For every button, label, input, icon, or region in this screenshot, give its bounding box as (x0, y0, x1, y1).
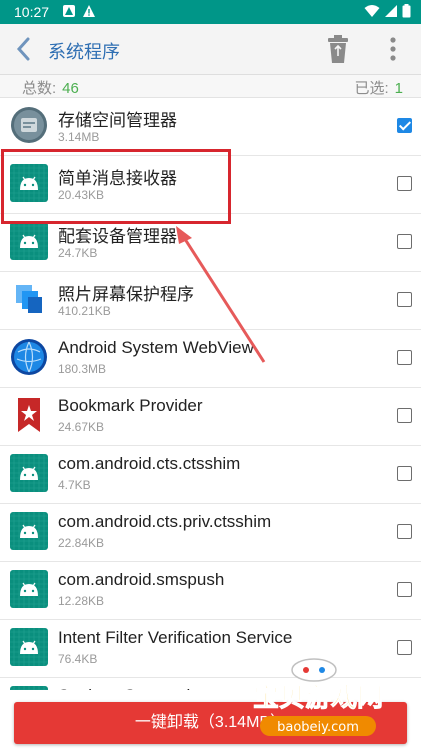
app-name: 简单消息接收器 (58, 169, 177, 188)
page-title: 系统程序 (48, 42, 120, 62)
storage-manager-icon (10, 106, 48, 144)
recycle-bin-icon[interactable] (326, 34, 350, 64)
total-label: 总数: (22, 80, 57, 97)
app-size: 24.67KB (58, 420, 105, 434)
app-list-item[interactable]: Android System WebView 180.3MB (0, 330, 421, 388)
android-icon (10, 454, 48, 492)
app-select-checkbox[interactable] (397, 176, 412, 191)
app-list-item[interactable]: Bookmark Provider 24.67KB (0, 388, 421, 446)
status-bar: 10:27 (0, 0, 421, 24)
app-list-item[interactable]: 照片屏幕保护程序 410.21KB (0, 272, 421, 330)
android-icon (10, 628, 48, 666)
app-select-checkbox[interactable] (397, 524, 412, 539)
android-icon (10, 164, 48, 202)
photo-screensaver-icon (10, 280, 48, 318)
selected-label: 已选: (354, 80, 389, 97)
app-select-checkbox[interactable] (397, 292, 412, 307)
app-select-checkbox[interactable] (397, 350, 412, 365)
app-name: Android System WebView (58, 338, 254, 357)
webview-globe-icon (10, 338, 48, 376)
more-options-icon[interactable] (386, 36, 400, 62)
summary-bar: 总数: 46 已选: 1 (0, 75, 421, 98)
app-list-item[interactable]: 配套设备管理器 24.7KB (0, 214, 421, 272)
app-size: 22.84KB (58, 536, 105, 550)
total-value: 46 (62, 80, 79, 97)
app-size: 76.4KB (58, 652, 98, 666)
bookmark-icon (10, 396, 48, 434)
app-name: com.android.cts.ctsshim (58, 454, 241, 473)
android-icon (10, 222, 48, 260)
app-size: 410.21KB (58, 304, 111, 318)
app-select-checkbox[interactable] (397, 234, 412, 249)
app-size: 12.28KB (58, 594, 105, 608)
selected-value: 1 (394, 80, 403, 97)
app-select-checkbox[interactable] (397, 408, 412, 423)
back-arrow-icon[interactable] (14, 36, 34, 62)
one-click-uninstall-button[interactable]: 一键卸载（3.14MB） (14, 702, 407, 744)
warning-icon (83, 5, 95, 17)
app-name: 照片屏幕保护程序 (58, 285, 194, 304)
wifi-icon (364, 5, 380, 17)
app-name: Intent Filter Verification Service (58, 628, 293, 647)
battery-icon (402, 4, 411, 18)
app-name: com.android.cts.priv.ctsshim (58, 512, 272, 531)
status-time: 10:27 (14, 4, 50, 20)
android-icon (10, 512, 48, 550)
app-select-checkbox[interactable] (397, 582, 412, 597)
notification-box-icon (63, 5, 75, 17)
app-select-checkbox[interactable] (397, 466, 412, 481)
app-list-item[interactable]: Intent Filter Verification Service 76.4KB (0, 620, 421, 678)
app-list-item[interactable]: com.android.cts.ctsshim 4.7KB (0, 446, 421, 504)
selected-count: 已选: 1 (354, 77, 403, 98)
signal-icon (385, 5, 397, 17)
android-icon (10, 570, 48, 608)
app-size: 180.3MB (58, 362, 107, 376)
app-list-item[interactable]: com.android.cts.priv.ctsshim 22.84KB (0, 504, 421, 562)
app-select-checkbox[interactable] (397, 640, 412, 655)
app-list-item[interactable]: 存储空间管理器 3.14MB (0, 98, 421, 156)
app-size: 24.7KB (58, 246, 98, 260)
app-name: 配套设备管理器 (58, 227, 177, 246)
app-name: com.android.smspush (58, 570, 225, 589)
app-list-item[interactable]: 简单消息接收器 20.43KB (0, 156, 421, 214)
app-size: 3.14MB (58, 130, 100, 144)
app-name: 存储空间管理器 (58, 111, 177, 130)
bottom-bar: 一键卸载（3.14MB） (0, 690, 421, 750)
app-select-checkbox[interactable] (397, 118, 412, 133)
app-size: 4.7KB (58, 478, 91, 492)
app-list-item[interactable]: com.android.smspush 12.28KB (0, 562, 421, 620)
total-count: 总数: 46 (22, 77, 79, 98)
app-size: 20.43KB (58, 188, 105, 202)
app-name: Bookmark Provider (58, 396, 203, 415)
app-toolbar: 系统程序 (0, 24, 421, 75)
